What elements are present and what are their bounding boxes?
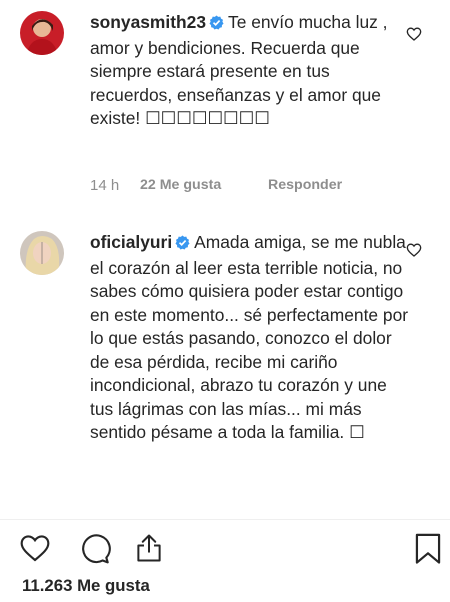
avatar[interactable] [20, 231, 64, 275]
comment-body: oficialyuri Amada amiga, se me nubla el c… [90, 231, 410, 445]
comment-text: Amada amiga, se me nubla el corazón al l… [90, 232, 409, 442]
post-like-count[interactable]: 11.263 Me gusta [22, 576, 150, 596]
comment-like-heart-icon[interactable] [406, 242, 422, 258]
post-action-bar [0, 532, 450, 568]
comment-username[interactable]: oficialyuri [90, 232, 172, 252]
section-divider [0, 519, 450, 520]
verified-badge-icon [175, 233, 190, 257]
bookmark-icon[interactable] [414, 533, 442, 570]
heart-icon[interactable] [19, 532, 51, 569]
share-icon[interactable] [134, 533, 164, 568]
comment-bubble-icon[interactable] [79, 533, 111, 570]
comment-oficialyuri: oficialyuri Amada amiga, se me nubla el c… [0, 0, 450, 520]
